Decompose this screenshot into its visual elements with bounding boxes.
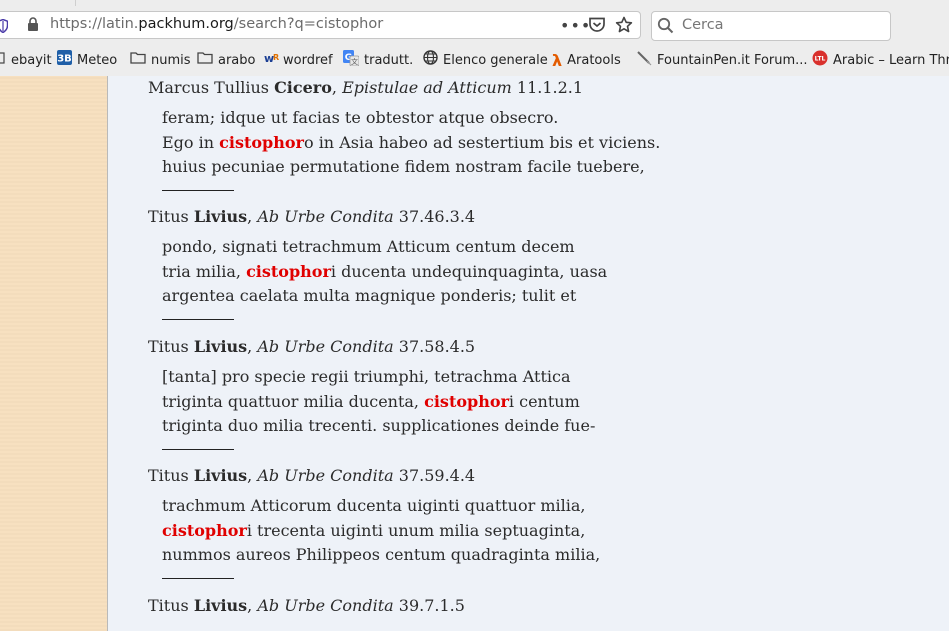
result-text-line: pondo, signati tetrachmum Atticum centum… [162, 237, 575, 256]
pen-icon [636, 50, 652, 73]
search-placeholder: Cerca [682, 17, 724, 33]
result-text-line: [tanta] pro specie regii triumphi, tetra… [162, 367, 571, 386]
bookmark-numis[interactable]: numis [130, 51, 191, 71]
tracking-shield-icon[interactable] [0, 18, 9, 37]
globe-icon [423, 50, 438, 72]
search-match: cistophor [424, 391, 509, 411]
result-entry: Marcus Tullius Cicero, Epistulae ad Atti… [148, 78, 660, 191]
bookmark-arabic-learn[interactable]: LTL Arabic – Learn Thro [812, 50, 949, 73]
wordref-icon: wR [264, 51, 280, 72]
search-match: cistophor [162, 520, 247, 540]
folder-icon [130, 51, 146, 71]
result-entry: Titus Livius, Ab Urbe Condita 37.59.4.4 … [148, 466, 600, 579]
bookmark-tradutt[interactable]: G文 tradutt. [343, 49, 413, 73]
result-text-line: trachmum Atticorum ducenta uiginti quatt… [162, 496, 586, 515]
result-separator [162, 448, 234, 450]
url-text[interactable]: https://latin.packhum.org/search?q=cisto… [50, 16, 383, 32]
left-sidebar-panel [0, 76, 108, 631]
ltl-icon: LTL [812, 50, 828, 73]
meteo-icon: 3B [57, 50, 72, 72]
svg-text:R: R [273, 53, 279, 62]
svg-text:3B: 3B [57, 54, 72, 65]
svg-text:LTL: LTL [815, 55, 826, 62]
url-suffix: /search?q=cistophor [233, 16, 384, 32]
lambda-icon: λ [552, 51, 563, 70]
result-text-line: huius pecuniae permutatione fidem nostra… [162, 157, 645, 176]
result-entry: Titus Livius, Ab Urbe Condita 37.58.4.5 … [148, 337, 595, 450]
result-separator [162, 189, 234, 191]
tab-strip-divider [75, 0, 949, 6]
lock-icon[interactable] [27, 17, 39, 36]
bookmark-fountainpen[interactable]: FountainPen.it Forum... [636, 50, 808, 73]
result-citation[interactable]: Titus Livius, Ab Urbe Condita 37.46.3.4 [148, 207, 607, 227]
result-separator [162, 318, 234, 320]
bookmark-arabo[interactable]: arabo [197, 51, 255, 71]
bookmark-elenco-generale[interactable]: Elenco generale [423, 50, 548, 72]
result-citation[interactable]: Titus Livius, Ab Urbe Condita 37.58.4.5 [148, 337, 595, 357]
result-text-line: triginta quattuor milia ducenta, cistoph… [162, 391, 580, 411]
bookmark-ebayit[interactable]: ebayit [0, 51, 52, 71]
bookmarks-toolbar: ebayit 3B Meteo numis arabo wR wordref G… [0, 49, 949, 73]
result-citation[interactable]: Titus Livius, Ab Urbe Condita 37.59.4.4 [148, 466, 600, 486]
result-entry: Titus Livius, Ab Urbe Condita 37.46.3.4 … [148, 207, 607, 320]
result-entry: Titus Livius, Ab Urbe Condita 39.7.1.5 [148, 596, 465, 616]
bookmark-star-icon[interactable] [615, 16, 633, 38]
result-text-line: nummos aureos Philippeos centum quadragi… [162, 545, 601, 564]
result-citation[interactable]: Marcus Tullius Cicero, Epistulae ad Atti… [148, 78, 660, 98]
result-text-line: triginta duo milia trecenti. supplicatio… [162, 416, 596, 435]
url-domain: packhum.org [138, 16, 234, 32]
pocket-icon[interactable] [588, 17, 606, 37]
result-text-line: argentea caelata multa magnique ponderis… [162, 286, 577, 305]
folder-icon [197, 51, 213, 71]
bookmark-meteo[interactable]: 3B Meteo [57, 50, 117, 72]
result-separator [162, 577, 234, 579]
result-text-line: Ego in cistophoro in Asia habeo ad seste… [162, 132, 661, 152]
result-text-line: cistophori trecenta uiginti unum milia s… [162, 520, 586, 540]
result-text-line: tria milia, cistophori ducenta undequinq… [162, 261, 608, 281]
search-icon [657, 17, 674, 38]
page-actions-icon[interactable]: ••• [560, 16, 591, 35]
folder-icon [0, 51, 6, 71]
result-citation[interactable]: Titus Livius, Ab Urbe Condita 39.7.1.5 [148, 596, 465, 616]
bookmark-aratools[interactable]: λ Aratools [552, 51, 621, 71]
result-text-line: feram; idque ut facias te obtestor atque… [162, 108, 559, 127]
bookmark-wordref[interactable]: wR wordref [264, 51, 333, 71]
translate-icon: G文 [343, 49, 360, 73]
svg-text:文: 文 [351, 57, 358, 66]
search-match: cistophor [219, 132, 304, 152]
url-prefix: https://latin. [50, 16, 139, 32]
search-match: cistophor [246, 261, 331, 281]
